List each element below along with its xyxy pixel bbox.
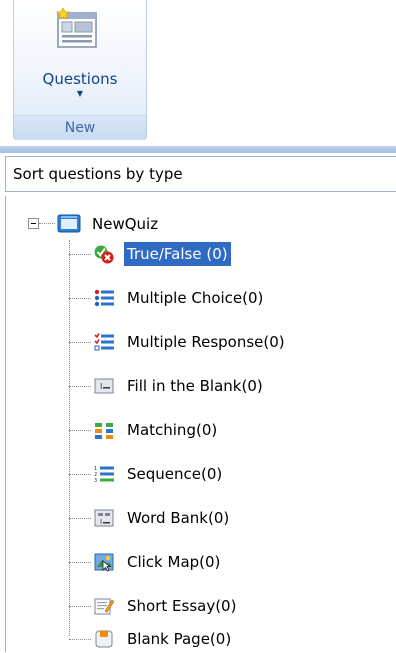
svg-text:I: I <box>100 518 102 526</box>
tree-item-click-map[interactable]: Click Map(0) <box>6 547 386 577</box>
sort-by-type-dropdown[interactable]: Sort questions by type <box>5 156 396 192</box>
svg-text:I: I <box>100 382 102 391</box>
tree-item-word-bank[interactable]: I Word Bank(0) <box>6 503 386 533</box>
tree-item-blank-page[interactable]: Blank Page(0) <box>6 617 386 649</box>
sequence-icon: 1 2 3 <box>94 464 114 484</box>
click-map-icon <box>94 552 114 572</box>
tree-item-sequence[interactable]: 1 2 3 Sequence(0) <box>6 459 386 489</box>
svg-text:3: 3 <box>94 478 97 484</box>
tree-root-newquiz[interactable]: NewQuiz <box>6 213 306 237</box>
panel-header-edge <box>0 146 396 153</box>
dropdown-arrow-icon: ▼ <box>76 89 84 98</box>
question-tree: NewQuiz True/False (0) Multiple Choice(0… <box>5 196 396 652</box>
short-essay-icon <box>94 596 115 616</box>
blank-page-icon <box>94 629 114 649</box>
tree-item-multiple-choice[interactable]: Multiple Choice(0) <box>6 283 386 313</box>
questions-layout-icon <box>55 7 99 56</box>
ribbon-group-new: Questions ▼ New <box>13 0 147 140</box>
multiple-response-icon <box>94 332 114 352</box>
tree-item-matching[interactable]: Matching(0) <box>6 415 386 445</box>
matching-icon <box>94 420 114 440</box>
quiz-icon <box>57 214 81 238</box>
tree-item-fill-blank[interactable]: I Fill in the Blank(0) <box>6 371 386 401</box>
multiple-choice-icon <box>94 288 114 308</box>
questions-button[interactable]: Questions ▼ <box>17 0 143 114</box>
collapse-icon[interactable] <box>28 218 39 229</box>
tree-root-label: NewQuiz <box>92 215 159 233</box>
tree-item-multiple-response[interactable]: Multiple Response(0) <box>6 327 386 357</box>
ribbon-group-caption: New <box>14 115 146 140</box>
tree-item-true-false[interactable]: True/False (0) <box>6 239 386 269</box>
true-false-icon <box>94 244 114 264</box>
questions-button-label: Questions <box>42 70 118 88</box>
word-bank-icon: I <box>94 508 114 528</box>
fill-blank-icon: I <box>94 376 114 396</box>
